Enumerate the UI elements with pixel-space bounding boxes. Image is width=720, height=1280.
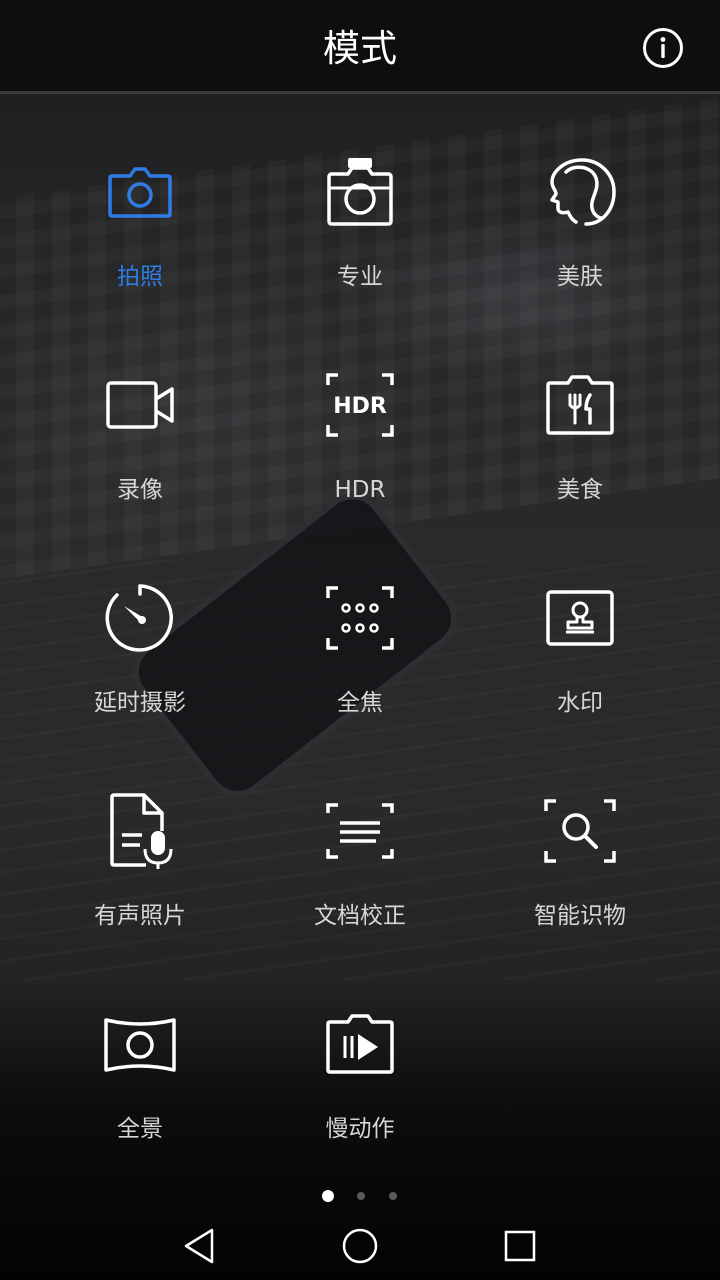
mode-watermark[interactable]: 水印 xyxy=(470,566,690,766)
page-title: 模式 xyxy=(323,27,397,70)
audio-photo-icon xyxy=(110,793,173,869)
home-button[interactable] xyxy=(338,1224,382,1268)
back-triangle-icon xyxy=(184,1228,214,1264)
watermark-icon xyxy=(546,590,614,646)
mode-video[interactable]: 录像 xyxy=(30,353,250,553)
mode-beauty[interactable]: 美肤 xyxy=(470,140,690,340)
mode-food[interactable]: 美食 xyxy=(470,353,690,553)
mode-label: HDR xyxy=(334,477,386,503)
mode-photo[interactable]: 拍照 xyxy=(30,140,250,340)
mode-label: 录像 xyxy=(117,477,163,503)
back-button[interactable] xyxy=(178,1224,222,1268)
navigation-bar xyxy=(0,1212,720,1280)
hdr-icon: HDR xyxy=(326,373,394,437)
mode-label: 有声照片 xyxy=(94,903,186,929)
smart-recognition-icon xyxy=(544,799,616,863)
mode-label: 全景 xyxy=(117,1116,163,1142)
mode-label: 文档校正 xyxy=(314,903,406,929)
mode-audio-photo[interactable]: 有声照片 xyxy=(30,779,250,979)
page-indicator xyxy=(0,1188,720,1204)
home-circle-icon xyxy=(342,1228,378,1264)
slow-motion-icon xyxy=(326,1014,394,1074)
page-dot-active xyxy=(322,1190,334,1202)
mode-label: 专业 xyxy=(337,264,383,290)
mode-label: 慢动作 xyxy=(325,1116,395,1142)
mode-label: 延时摄影 xyxy=(94,690,186,716)
mode-label: 智能识物 xyxy=(534,903,626,929)
mode-all-focus[interactable]: 全焦 xyxy=(250,566,470,766)
page-dot xyxy=(357,1192,365,1200)
info-button[interactable] xyxy=(642,27,684,69)
mode-label: 全焦 xyxy=(337,690,383,716)
mode-slow-motion[interactable]: 慢动作 xyxy=(250,992,470,1192)
mode-hdr[interactable]: HDR HDR xyxy=(250,353,470,553)
camera-icon xyxy=(108,167,172,218)
document-correction-icon xyxy=(326,803,394,859)
beauty-face-icon xyxy=(550,158,616,226)
mode-label: 拍照 xyxy=(117,264,163,290)
mode-smart-recognition[interactable]: 智能识物 xyxy=(470,779,690,979)
timelapse-icon xyxy=(105,584,173,652)
panorama-icon xyxy=(104,1018,176,1072)
video-icon xyxy=(106,381,174,429)
header-bar: 模式 xyxy=(0,0,720,94)
mode-document-correction[interactable]: 文档校正 xyxy=(250,779,470,979)
info-icon xyxy=(643,28,683,68)
mode-grid: 拍照 专业 美肤 录像 HDR HDR 美食 延时摄影 全焦 水印 有声照片 文… xyxy=(30,140,690,1180)
mode-panorama[interactable]: 全景 xyxy=(30,992,250,1192)
recents-square-icon xyxy=(504,1230,536,1262)
page-dot xyxy=(389,1192,397,1200)
hdr-icon-text: HDR xyxy=(333,394,387,419)
mode-pro[interactable]: 专业 xyxy=(250,140,470,340)
mode-label: 美肤 xyxy=(557,264,603,290)
mode-label: 美食 xyxy=(557,477,603,503)
mode-label: 水印 xyxy=(557,690,603,716)
food-icon xyxy=(546,375,614,435)
all-focus-icon xyxy=(326,586,394,650)
recents-button[interactable] xyxy=(498,1224,542,1268)
pro-camera-icon xyxy=(327,158,393,226)
mode-timelapse[interactable]: 延时摄影 xyxy=(30,566,250,766)
